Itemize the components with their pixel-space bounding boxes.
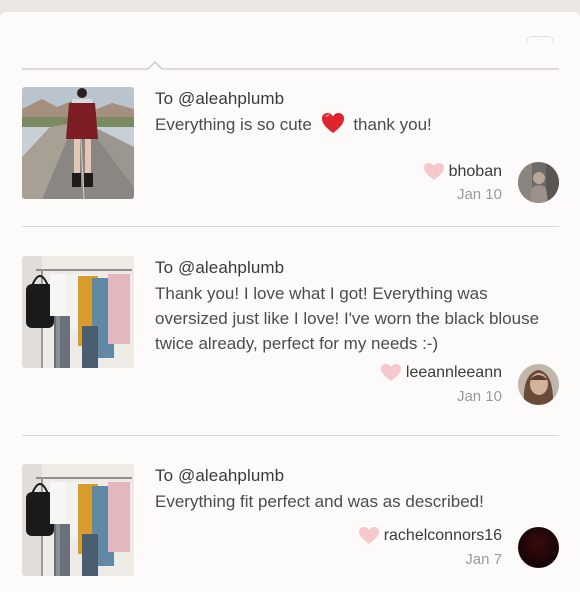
red-heart-emoji-icon: [321, 112, 345, 134]
review-date: Jan 10: [456, 388, 502, 405]
reviewer-username[interactable]: leeannleeann: [380, 363, 502, 382]
reviewer-avatar[interactable]: [518, 527, 559, 568]
reviewer-avatar[interactable]: [518, 364, 559, 405]
username-text[interactable]: bhoban: [449, 163, 502, 181]
review-message-text: thank you!: [353, 115, 432, 134]
recipient-label: To @aleahplumb: [155, 466, 285, 485]
recipient-label: To @aleahplumb: [155, 89, 285, 108]
review-divider: [22, 226, 559, 227]
username-text[interactable]: rachelconnors16: [384, 527, 502, 545]
review-message: Thank you! I love what I got! Everything…: [155, 284, 540, 353]
reviewer-username[interactable]: bhoban: [423, 162, 502, 181]
listing-thumbnail[interactable]: [22, 464, 134, 576]
review-divider: [22, 435, 559, 436]
review-date: Jan 7: [465, 551, 502, 568]
review-message: Everything fit perfect and was as descri…: [155, 492, 484, 511]
recipient-label: To @aleahplumb: [155, 258, 285, 277]
review-date: Jan 10: [456, 186, 502, 203]
heart-icon: [423, 162, 445, 181]
reviewer-avatar[interactable]: [518, 162, 559, 203]
panel-tab-handle[interactable]: [526, 36, 554, 43]
top-divider: [22, 58, 559, 70]
username-text[interactable]: leeannleeann: [406, 364, 502, 382]
listing-thumbnail[interactable]: [22, 256, 134, 368]
review-message-text: Everything is so cute: [155, 115, 312, 134]
reviewer-username[interactable]: rachelconnors16: [358, 526, 502, 545]
heart-icon: [358, 526, 380, 545]
heart-icon: [380, 363, 402, 382]
reviews-panel: To @aleahplumb Everything is so cute tha…: [0, 12, 580, 592]
review-message: Everything is so cute thank you!: [155, 112, 555, 137]
listing-thumbnail[interactable]: [22, 87, 134, 199]
